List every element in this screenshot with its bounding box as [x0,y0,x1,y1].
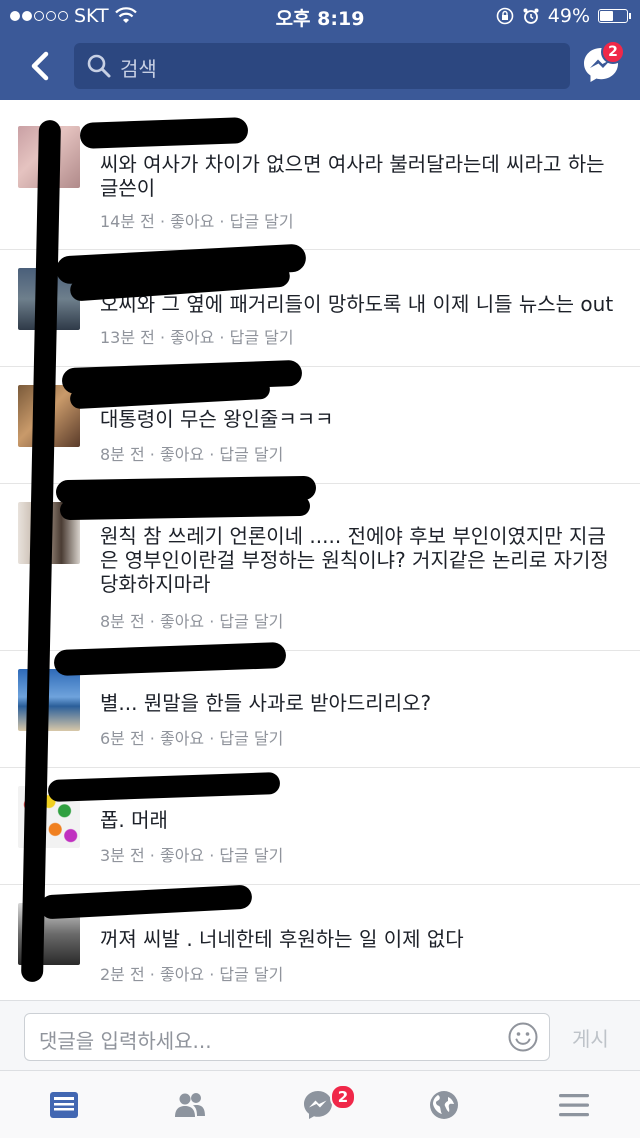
comment-meta: 8분 전 · 좋아요 · 답글 달기 [100,445,284,464]
messenger-badge: 2 [601,40,625,64]
tab-news-feed[interactable] [46,1087,82,1123]
search-placeholder: 검색 [120,57,157,81]
reply-link[interactable]: 답글 달기 [230,328,294,347]
comment-text: 별... 뭔말을 한들 사과로 받아드리리오? [100,691,432,715]
comment-text: 오씨와 그 옆에 패거리들이 망하도록 내 이제 니들 뉴스는 out [100,292,614,316]
comment-time: 2분 전 [100,965,145,984]
comment-meta: 6분 전 · 좋아요 · 답글 달기 [100,729,284,748]
alarm-icon [523,8,539,24]
comment-input[interactable]: 댓글을 입력하세요... [24,1013,550,1061]
like-link[interactable]: 좋아요 [160,846,204,865]
comment-screen: SKT 오후 8:19 49% 검색 2 씨와 여사가 차이가 없으면 여사라 … [0,0,640,1138]
nav-row: 검색 [0,34,640,98]
reply-link[interactable]: 답글 달기 [219,612,283,631]
comment-meta: 3분 전 · 좋아요 · 답글 달기 [100,846,284,865]
comment-meta: 8분 전 · 좋아요 · 답글 달기 [100,612,284,631]
like-link[interactable]: 좋아요 [160,612,204,631]
comment-meta: 2분 전 · 좋아요 · 답글 달기 [100,965,284,984]
reply-link[interactable]: 답글 달기 [219,846,283,865]
comment-text: 대통령이 무슨 왕인줄ㅋㅋㅋ [100,407,334,431]
post-button[interactable]: 게시 [572,1023,609,1052]
status-right: 49% [496,5,631,27]
reply-link[interactable]: 답글 달기 [219,965,283,984]
comment-text: 씨와 여사가 차이가 없으면 여사라 불러달라는데 씨라고 하는 글쓴이 [100,152,605,200]
comment-meta: 14분 전 · 좋아요 · 답글 달기 [100,212,294,231]
comment-time: 14분 전 [100,212,155,231]
globe-icon [430,1091,458,1119]
tab-friends[interactable] [172,1087,208,1123]
messenger-tab-badge: 2 [330,1084,356,1110]
tab-more[interactable] [556,1087,592,1123]
like-link[interactable]: 좋아요 [160,965,204,984]
comment-text: 폽. 머래 [100,808,168,832]
comment-list: 씨와 여사가 차이가 없으면 여사라 불러달라는데 씨라고 하는 글쓴이 14분… [0,100,640,1000]
orientation-lock-icon [496,7,514,25]
status-bar: SKT 오후 8:19 49% [0,0,640,34]
like-link[interactable]: 좋아요 [170,328,214,347]
comment-time: 8분 전 [100,445,145,464]
smiley-icon[interactable] [507,1021,539,1053]
back-chevron-icon [31,51,49,81]
menu-icon [559,1094,589,1117]
comment-text: 원칙 참 쓰레기 언론이네 ..... 전에야 후보 부인이였지만 지금은 영부… [100,524,609,596]
news-feed-icon [50,1092,78,1118]
friends-icon [175,1093,205,1117]
search-icon [87,54,111,78]
comment-time: 3분 전 [100,846,145,865]
header: SKT 오후 8:19 49% 검색 2 [0,0,640,100]
like-link[interactable]: 좋아요 [160,729,204,748]
like-link[interactable]: 좋아요 [170,212,214,231]
search-input[interactable]: 검색 [74,43,570,89]
battery-icon [598,9,631,23]
comment-meta: 13분 전 · 좋아요 · 답글 달기 [100,328,294,347]
tab-notifications[interactable] [426,1087,462,1123]
comment-composer: 댓글을 입력하세요... 게시 [0,1000,640,1070]
reply-link[interactable]: 답글 달기 [230,212,294,231]
comment-input-placeholder: 댓글을 입력하세요... [39,1029,212,1053]
back-button[interactable] [22,44,62,88]
comment-time: 6분 전 [100,729,145,748]
tab-bar [0,1070,640,1138]
comment-time: 8분 전 [100,612,145,631]
comment-time: 13분 전 [100,328,155,347]
reply-link[interactable]: 답글 달기 [219,445,283,464]
battery-percent: 49% [547,5,590,27]
reply-link[interactable]: 답글 달기 [219,729,283,748]
like-link[interactable]: 좋아요 [160,445,204,464]
comment-text: 꺼져 씨발 . 너네한테 후원하는 일 이제 없다 [100,927,464,951]
